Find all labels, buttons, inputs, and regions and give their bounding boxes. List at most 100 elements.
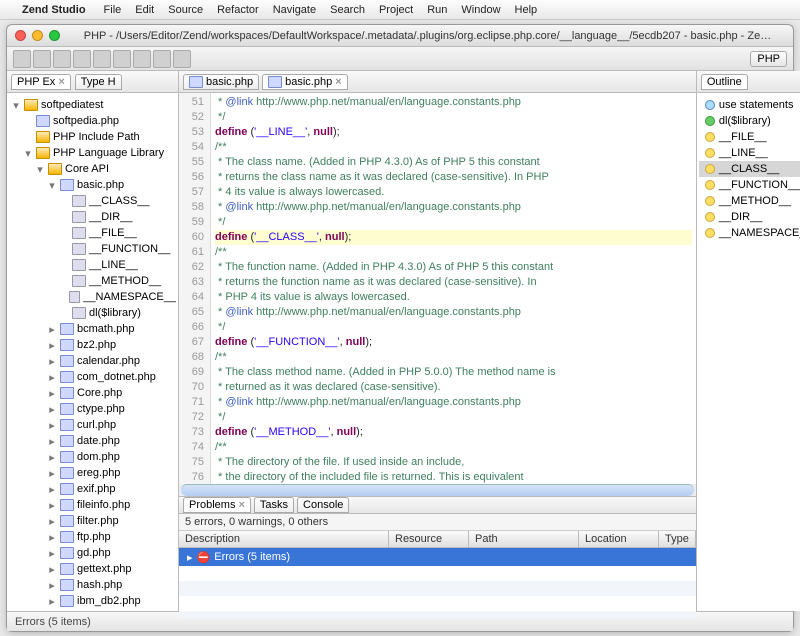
outline-item[interactable]: __METHOD__ (699, 193, 800, 209)
menu-search[interactable]: Search (330, 4, 365, 16)
menu-file[interactable]: File (104, 4, 122, 16)
outline-item[interactable]: dl($library) (699, 113, 800, 129)
tab-type-hierarchy[interactable]: Type H (75, 74, 122, 90)
tree-node[interactable]: ▸bz2.php (7, 337, 178, 353)
close-icon[interactable]: × (335, 76, 341, 88)
debug-icon[interactable] (73, 50, 91, 68)
tree-node[interactable]: dl($library) (7, 305, 178, 321)
twisty-icon[interactable]: ▾ (47, 179, 57, 192)
tree-node[interactable]: ▸dom.php (7, 449, 178, 465)
tree-node[interactable]: ▸gettext.php (7, 561, 178, 577)
tab-outline[interactable]: Outline (701, 74, 748, 90)
twisty-icon[interactable]: ▸ (47, 499, 57, 512)
tree-node[interactable]: ▾softpediatest (7, 97, 178, 113)
tab-tasks[interactable]: Tasks (254, 497, 294, 513)
outline-item[interactable]: __FILE__ (699, 129, 800, 145)
close-icon[interactable]: × (238, 499, 244, 511)
tree-node[interactable]: ▸filter.php (7, 513, 178, 529)
save-icon[interactable] (33, 50, 51, 68)
menu-run[interactable]: Run (427, 4, 447, 16)
problems-header[interactable]: Description Resource Path Location Type (179, 530, 696, 548)
tree-node[interactable]: __CLASS__ (7, 193, 178, 209)
tree-node[interactable]: ▸date.php (7, 433, 178, 449)
twisty-icon[interactable]: ▾ (11, 99, 21, 112)
project-tree[interactable]: ▾softpediatestsoftpedia.phpPHP Include P… (7, 93, 178, 611)
tree-node[interactable]: ▸exif.php (7, 481, 178, 497)
tab-console[interactable]: Console (297, 497, 349, 513)
tree-node[interactable]: ▸calendar.php (7, 353, 178, 369)
tree-node[interactable]: ▸ctype.php (7, 401, 178, 417)
menu-edit[interactable]: Edit (135, 4, 154, 16)
editor-tab-active[interactable]: basic.php × (262, 74, 348, 90)
outline-item[interactable]: __CLASS__ (699, 161, 800, 177)
twisty-icon[interactable]: ▸ (47, 355, 57, 368)
twisty-icon[interactable]: ▾ (23, 147, 33, 160)
search-icon[interactable] (133, 50, 151, 68)
tree-node[interactable]: ▸ftp.php (7, 529, 178, 545)
print-icon[interactable] (53, 50, 71, 68)
zoom-icon[interactable] (49, 30, 60, 41)
tree-node[interactable]: ▸gd.php (7, 545, 178, 561)
tree-node[interactable]: ▾basic.php (7, 177, 178, 193)
close-icon[interactable] (15, 30, 26, 41)
twisty-icon[interactable]: ▸ (47, 595, 57, 608)
tree-node[interactable]: ▸Core.php (7, 385, 178, 401)
editor-tab[interactable]: basic.php (183, 74, 259, 90)
menu-navigate[interactable]: Navigate (273, 4, 316, 16)
profile-icon[interactable] (113, 50, 131, 68)
code-content[interactable]: * @link http://www.php.net/manual/en/lan… (211, 93, 696, 484)
tree-node[interactable]: __NAMESPACE__ (7, 289, 178, 305)
nav-fwd-icon[interactable] (173, 50, 191, 68)
horizontal-scrollbar[interactable] (181, 484, 694, 496)
titlebar[interactable]: PHP - /Users/Editor/Zend/workspaces/Defa… (7, 25, 793, 47)
tree-node[interactable]: ▸hash.php (7, 577, 178, 593)
twisty-icon[interactable]: ▸ (47, 483, 57, 496)
tree-node[interactable]: __METHOD__ (7, 273, 178, 289)
tree-node[interactable]: ▸iconv.php (7, 609, 178, 611)
tab-php-explorer[interactable]: PHP Ex × (11, 74, 71, 90)
twisty-icon[interactable]: ▸ (47, 403, 57, 416)
twisty-icon[interactable]: ▸ (47, 531, 57, 544)
minimize-icon[interactable] (32, 30, 43, 41)
twisty-icon[interactable]: ▸ (47, 371, 57, 384)
tree-node[interactable]: ▸fileinfo.php (7, 497, 178, 513)
tree-node[interactable]: __LINE__ (7, 257, 178, 273)
outline-item[interactable]: __DIR__ (699, 209, 800, 225)
twisty-icon[interactable]: ▾ (35, 163, 45, 176)
menu-window[interactable]: Window (461, 4, 500, 16)
outline-item[interactable]: __NAMESPACE__ (699, 225, 800, 241)
tree-node[interactable]: PHP Include Path (7, 129, 178, 145)
tree-node[interactable]: ▸bcmath.php (7, 321, 178, 337)
outline-item[interactable]: __LINE__ (699, 145, 800, 161)
close-icon[interactable]: × (58, 76, 64, 88)
tree-node[interactable]: __FILE__ (7, 225, 178, 241)
tree-node[interactable]: ▾PHP Language Library (7, 145, 178, 161)
tree-node[interactable]: ▸ereg.php (7, 465, 178, 481)
perspective-switcher[interactable]: PHP (750, 51, 787, 67)
tab-problems[interactable]: Problems× (183, 497, 251, 513)
twisty-icon[interactable]: ▸ (47, 323, 57, 336)
tree-node[interactable]: ▸com_dotnet.php (7, 369, 178, 385)
tree-node[interactable]: ▸ibm_db2.php (7, 593, 178, 609)
twisty-icon[interactable]: ▸ (47, 419, 57, 432)
menu-source[interactable]: Source (168, 4, 203, 16)
outline-item[interactable]: __FUNCTION__ (699, 177, 800, 193)
tree-node[interactable]: ▾Core API (7, 161, 178, 177)
code-editor[interactable]: 5152535455565758596061626364656667686970… (179, 93, 696, 484)
tree-node[interactable]: ▸curl.php (7, 417, 178, 433)
tree-node[interactable]: __DIR__ (7, 209, 178, 225)
twisty-icon[interactable]: ▸ (47, 515, 57, 528)
twisty-icon[interactable]: ▸ (47, 435, 57, 448)
problems-row-errors[interactable]: ▸ ⛔ Errors (5 items) (179, 548, 696, 566)
new-icon[interactable] (13, 50, 31, 68)
twisty-icon[interactable]: ▸ (47, 579, 57, 592)
menu-project[interactable]: Project (379, 4, 413, 16)
twisty-icon[interactable]: ▸ (47, 451, 57, 464)
twisty-icon[interactable]: ▸ (47, 611, 57, 612)
app-name[interactable]: Zend Studio (22, 4, 86, 16)
tree-node[interactable]: __FUNCTION__ (7, 241, 178, 257)
twisty-icon[interactable]: ▸ (47, 387, 57, 400)
run-icon[interactable] (93, 50, 111, 68)
twisty-icon[interactable]: ▸ (47, 547, 57, 560)
twisty-icon[interactable]: ▸ (47, 339, 57, 352)
